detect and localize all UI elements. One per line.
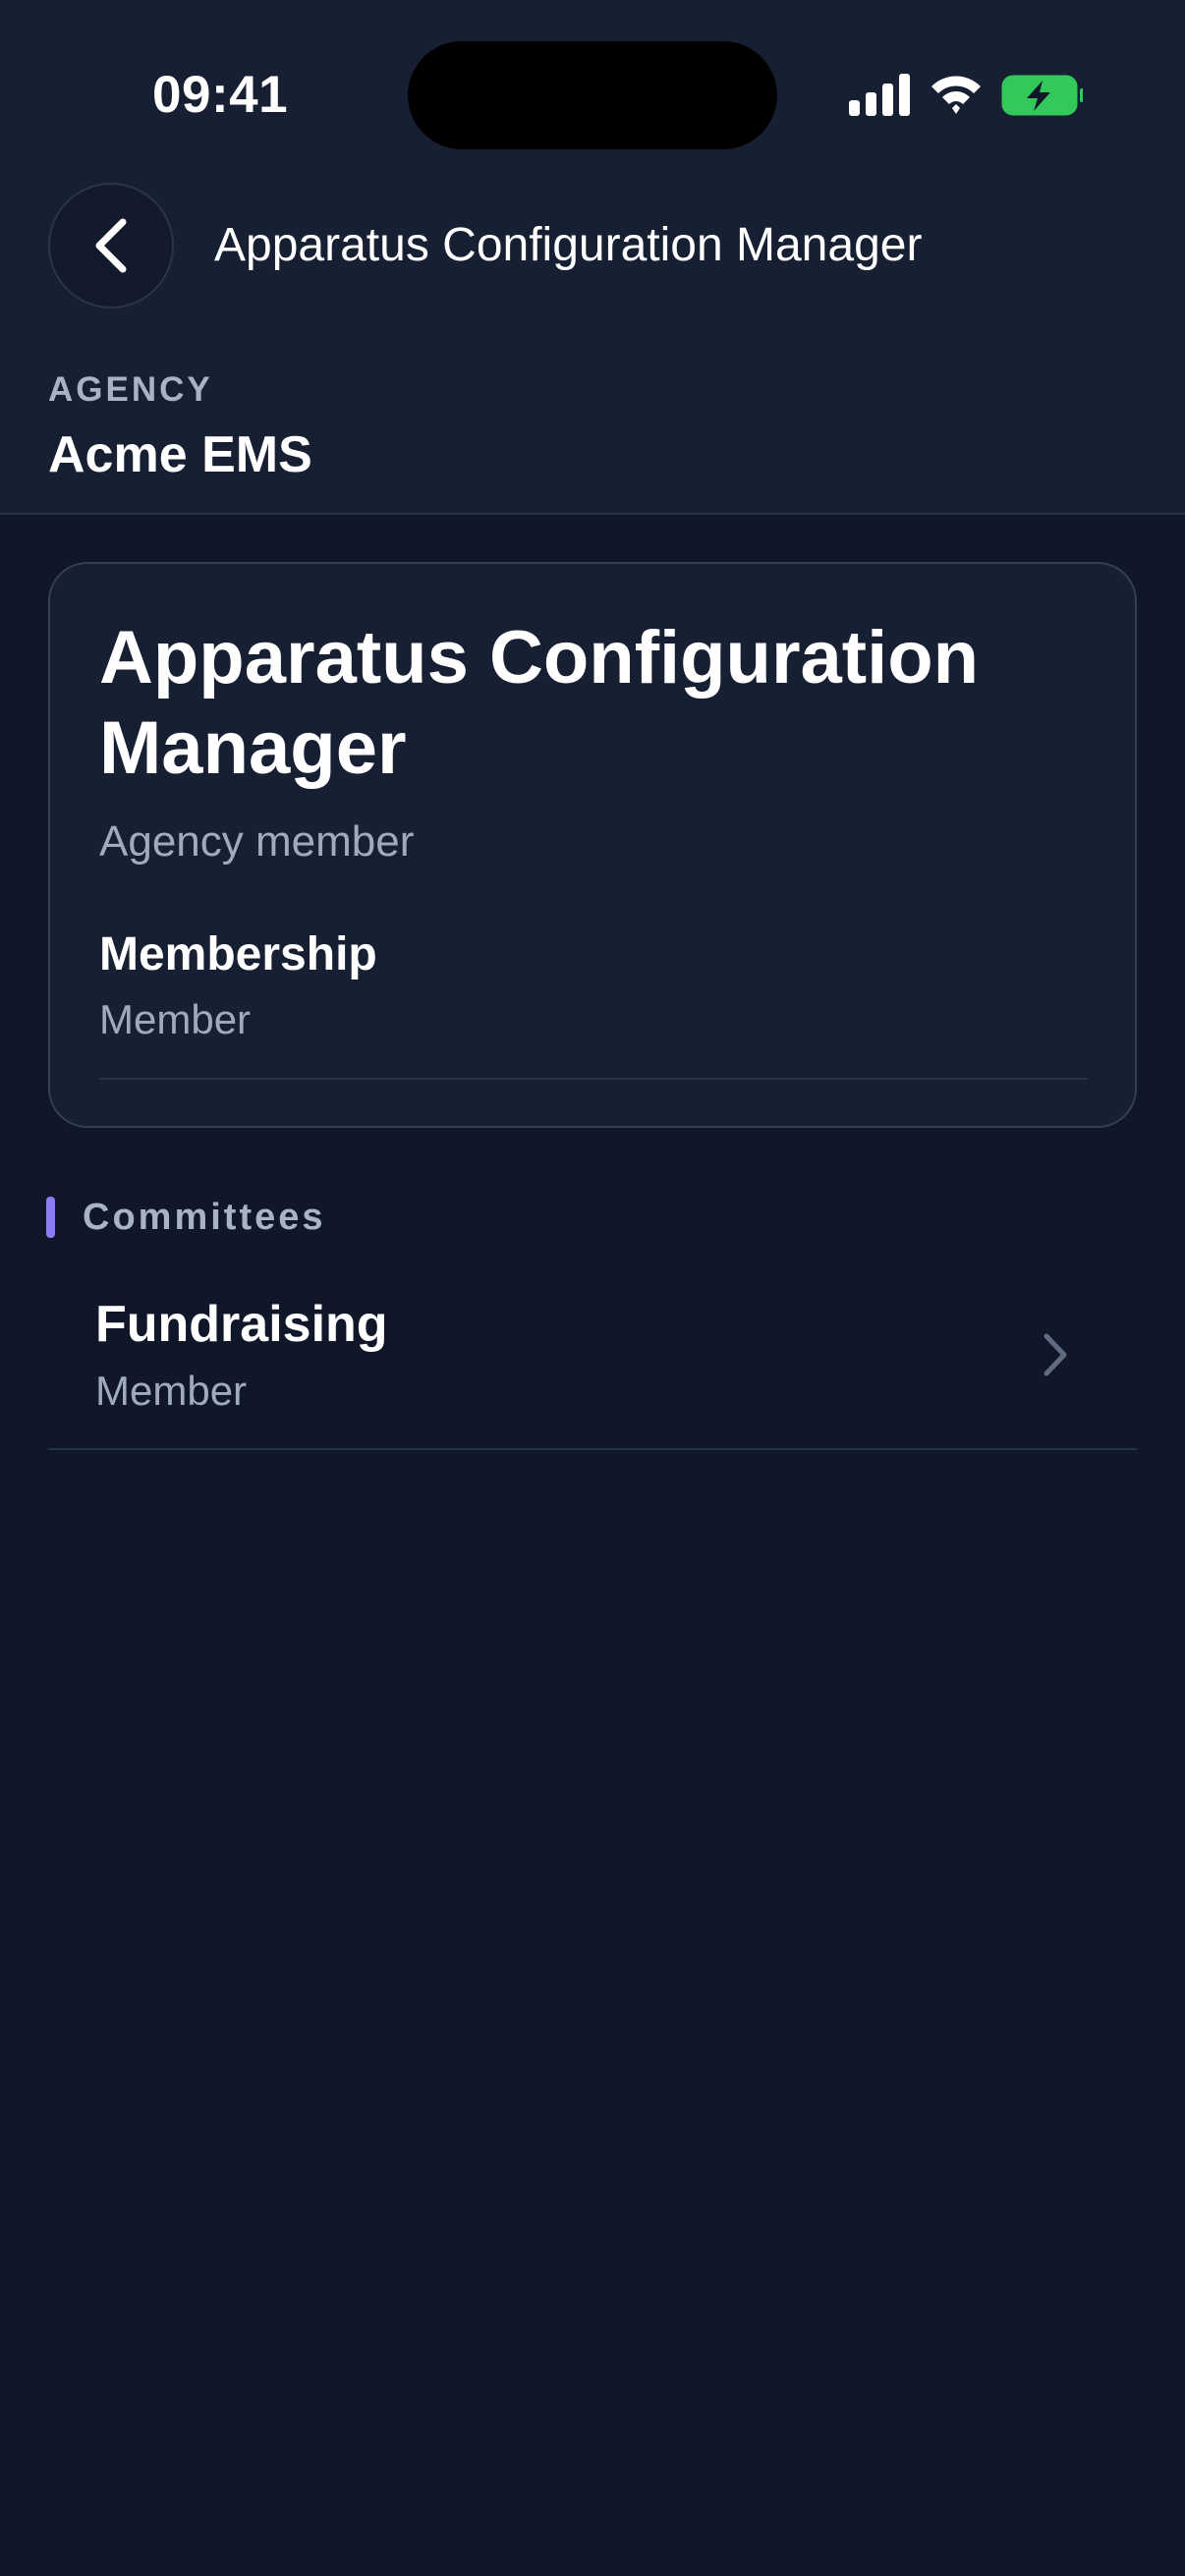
header-title: Apparatus Configuration Manager [214,219,923,271]
agency-label: AGENCY [48,370,213,409]
chevron-right-icon [1044,1333,1067,1376]
membership-value: Member [99,996,252,1042]
committees-section-title: Committees [83,1197,326,1238]
cellular-signal-icon [849,74,910,116]
chevron-left-icon [95,218,127,273]
role-card: Apparatus Configuration Manager Agency m… [48,562,1137,1128]
committee-name: Fundraising [95,1296,388,1353]
wifi-icon [931,76,981,114]
dynamic-island [408,41,777,149]
status-icons [849,74,1083,116]
committee-role: Member [95,1368,248,1414]
back-button[interactable] [48,183,174,308]
battery-charging-icon [1001,75,1083,116]
committee-row-fundraising[interactable]: Fundraising Member [48,1277,1137,1450]
section-accent-bar [46,1197,55,1238]
header-area: 09:41 Apparatus Configuration Manager AG… [0,0,1185,515]
role-title: Apparatus Configuration Manager [99,616,980,790]
status-time: 09:41 [152,66,289,124]
role-subtitle: Agency member [99,817,415,866]
membership-label: Membership [99,928,377,980]
card-divider [99,1078,1088,1080]
agency-name: Acme EMS [48,426,312,483]
